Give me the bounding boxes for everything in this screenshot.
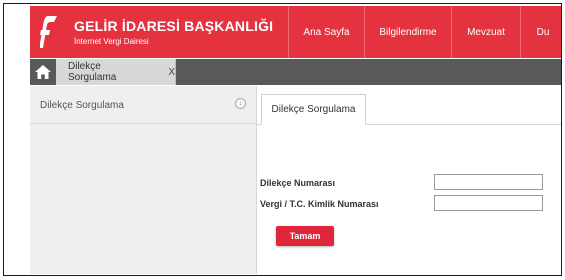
vergi-kimlik-input[interactable] [434, 195, 543, 211]
gib-logo-icon [40, 16, 57, 48]
vergi-kimlik-label: Vergi / T.C. Kimlik Numarası [260, 199, 379, 209]
tab-dilekce-sorgulama[interactable]: Dilekçe Sorgulama X [56, 59, 176, 85]
tamam-button[interactable]: Tamam [276, 226, 334, 246]
tab-bar: Dilekçe Sorgulama X [30, 59, 561, 85]
site-subtitle: İnternet Vergi Dairesi [74, 37, 149, 46]
dilekce-numarasi-label: Dilekçe Numarası [260, 178, 336, 188]
nav-item-mevzuat[interactable]: Mevzuat [451, 6, 520, 58]
nav-item-bilgilendirme[interactable]: Bilgilendirme [364, 6, 451, 58]
home-button[interactable] [30, 59, 56, 85]
main-content: Dilekçe Sorgulama Dilekçe Numarası Vergi… [257, 86, 561, 274]
dilekce-numarasi-input[interactable] [434, 174, 543, 190]
sidebar: Dilekçe Sorgulama ↓ [30, 86, 257, 274]
tab-close-button[interactable]: X [168, 67, 175, 78]
window-frame: GELİR İDARESİ BAŞKANLIĞI İnternet Vergi … [3, 3, 562, 276]
nav-item-ana-sayfa[interactable]: Ana Sayfa [288, 6, 364, 58]
site-title: GELİR İDARESİ BAŞKANLIĞI [74, 18, 274, 34]
tab-label: Dilekçe Sorgulama [68, 61, 117, 83]
home-icon [35, 65, 51, 79]
collapse-arrow-icon[interactable]: ↓ [235, 98, 246, 109]
tab-dilekce-sorgulama-content[interactable]: Dilekçe Sorgulama [261, 94, 366, 125]
top-nav: Ana Sayfa Bilgilendirme Mevzuat Du [288, 6, 561, 58]
sidebar-item-dilekce-sorgulama[interactable]: Dilekçe Sorgulama [40, 100, 124, 111]
site-header: GELİR İDARESİ BAŞKANLIĞI İnternet Vergi … [30, 6, 561, 58]
sidebar-divider [30, 123, 256, 124]
nav-item-du[interactable]: Du [520, 6, 561, 58]
